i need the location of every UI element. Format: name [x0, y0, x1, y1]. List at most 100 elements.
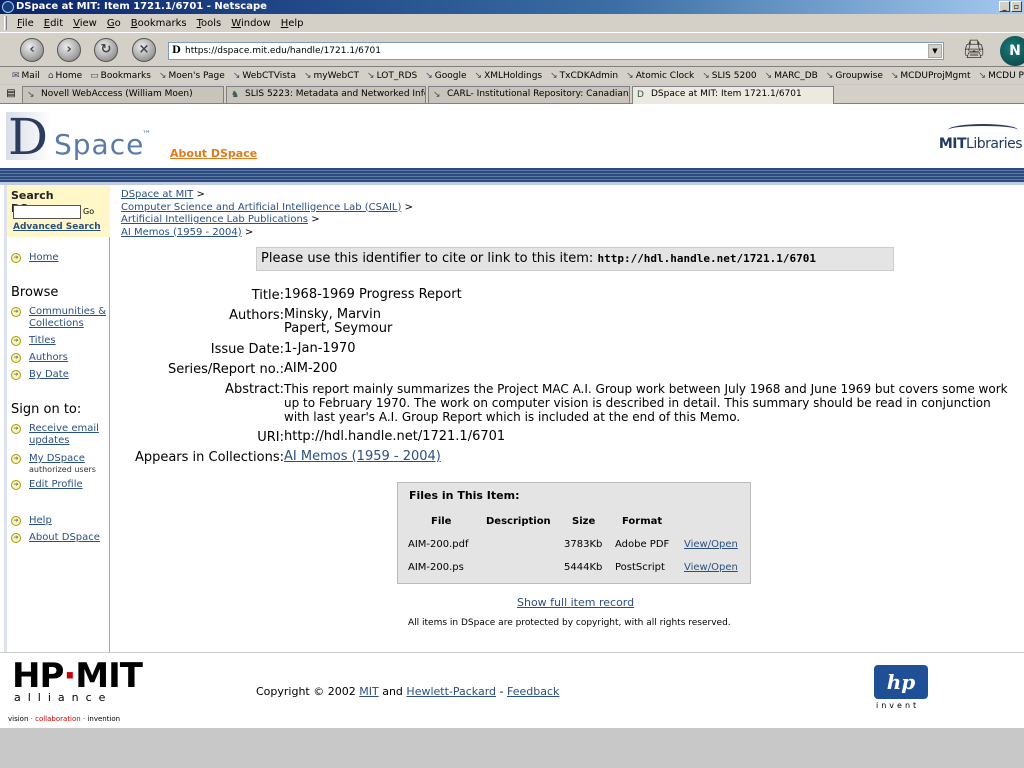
forward-icon[interactable]: ›: [57, 38, 81, 62]
home-icon: ⌂: [47, 70, 54, 81]
new-tab-icon[interactable]: ▤: [4, 87, 18, 101]
sidebar-item-my-dspace[interactable]: ➔ My DSpace authorized users: [11, 453, 96, 474]
sidebar-item-help[interactable]: ➔ Help: [11, 515, 52, 527]
link-icon: ↘: [27, 90, 35, 100]
bookmark-lot-rds[interactable]: ↘ LOT_RDS: [367, 71, 417, 81]
view-open-link[interactable]: View/Open: [684, 562, 738, 573]
menu-view[interactable]: View: [69, 18, 101, 29]
bookmark-mcdu-project[interactable]: ↘MCDU Project: [979, 71, 1024, 81]
url-bar[interactable]: D https://dspace.mit.edu/handle/1721.1/6…: [168, 42, 944, 60]
reload-icon[interactable]: ↻: [94, 38, 118, 62]
bookmark-google[interactable]: ↘ Google: [425, 71, 466, 81]
bookmark-mail[interactable]: ✉ Mail: [12, 71, 40, 81]
hewlett-packard-link[interactable]: Hewlett-Packard: [406, 685, 496, 698]
arrow-bullet-icon: ➔: [11, 370, 21, 380]
sidebar-item-edit-profile[interactable]: ➔ Edit Profile: [11, 479, 83, 491]
bookmark-webctvista[interactable]: ↘ WebCTVista: [233, 71, 296, 81]
sidebar-item-home[interactable]: ➔ Home: [11, 252, 59, 264]
breadcrumb-csail[interactable]: Computer Science and Artificial Intellig…: [121, 202, 401, 213]
bookmark-slis-5200[interactable]: ↘ SLIS 5200: [702, 71, 756, 81]
browse-heading: Browse: [11, 285, 59, 300]
breadcrumb-ai-memos[interactable]: AI Memos (1959 - 2004): [121, 227, 242, 238]
bookmark-mywebct[interactable]: ↘ myWebCT: [304, 71, 359, 81]
tab-slis-5223[interactable]: ♞ SLIS 5223: Metadata and Networked Infor…: [226, 86, 426, 103]
browser-status-area: [0, 728, 1024, 768]
restore-button[interactable]: ▫: [1011, 1, 1022, 12]
advanced-search-link[interactable]: Advanced Search: [13, 222, 101, 232]
column-header-description: Description: [486, 516, 551, 527]
stop-icon[interactable]: ×: [132, 38, 156, 62]
view-open-link[interactable]: View/Open: [684, 539, 738, 550]
menu-edit[interactable]: Edit: [40, 18, 67, 29]
menu-help[interactable]: Help: [277, 18, 308, 29]
link-icon: ↘: [474, 70, 483, 81]
sidebar-item-communities[interactable]: ➔ Communities & Collections: [11, 306, 109, 330]
tab-carl-repository[interactable]: ↘ CARL- Institutional Repository: Canadia…: [428, 86, 630, 103]
citation-handle: http://hdl.handle.net/1721.1/6701: [597, 252, 816, 265]
sign-on-heading: Sign on to:: [11, 402, 82, 417]
mit-link[interactable]: MIT: [359, 685, 378, 698]
netscape-logo[interactable]: N: [1000, 36, 1024, 66]
arrow-bullet-icon: ➔: [11, 533, 21, 543]
bookmark-home[interactable]: ⌂ Home: [48, 71, 82, 81]
mail-icon: ✉: [12, 70, 20, 81]
search-input[interactable]: [13, 205, 81, 219]
folder-icon: ▭: [90, 70, 99, 81]
breadcrumb-ai-lab-publications[interactable]: Artificial Intelligence Lab Publications: [121, 214, 308, 225]
bookmark-marc-db[interactable]: ↘ MARC_DB: [765, 71, 818, 81]
column-header-file: File: [431, 516, 452, 527]
bookmark-groupwise[interactable]: ↘ Groupwise: [826, 71, 883, 81]
issue-date-value: 1-Jan-1970: [284, 341, 356, 356]
menu-window[interactable]: Window: [227, 18, 274, 29]
collection-link[interactable]: AI Memos (1959 - 2004): [284, 449, 441, 464]
menu-tools[interactable]: Tools: [193, 18, 226, 29]
dspace-logo-text[interactable]: Space: [54, 128, 144, 161]
sidebar-item-titles[interactable]: ➔ Titles: [11, 335, 56, 347]
dspace-favicon-icon: D: [172, 45, 181, 56]
about-dspace-header-link[interactable]: About DSpace: [170, 147, 257, 160]
menu-go[interactable]: Go: [103, 18, 125, 29]
url-dropdown-icon[interactable]: ▼: [928, 44, 942, 58]
link-icon: ↘: [550, 70, 558, 81]
bookmark-mcduprojmgmt[interactable]: ↘ MCDUProjMgmt: [891, 71, 971, 81]
back-icon[interactable]: ‹: [20, 38, 44, 62]
title-value: 1968-1969 Progress Report: [284, 287, 462, 302]
search-panel: Search DSpace: Go Advanced Search: [7, 185, 110, 237]
sidebar-item-by-date[interactable]: ➔ By Date: [11, 369, 69, 381]
bookmark-bookmarks[interactable]: ▭ Bookmarks: [90, 71, 151, 81]
tab-dspace-item[interactable]: D DSpace at MIT: Item 1721.1/6701: [632, 86, 834, 104]
series-label: Series/Report no.:: [167, 362, 284, 377]
file-name: AIM-200.pdf: [408, 539, 469, 550]
link-icon: ↘: [626, 70, 634, 81]
breadcrumb-dspace-at-mit[interactable]: DSpace at MIT: [121, 189, 193, 200]
mit-libraries-logo[interactable]: MITLibraries: [939, 124, 1022, 152]
url-text: https://dspace.mit.edu/handle/1721.1/670…: [185, 46, 382, 56]
hp-logo[interactable]: hp: [874, 665, 928, 699]
bookmark-atomic-clock[interactable]: ↘ Atomic Clock: [626, 71, 694, 81]
uri-label: URI:: [257, 430, 284, 445]
search-go-button[interactable]: Go: [83, 205, 94, 219]
collections-label: Appears in Collections:: [134, 450, 284, 465]
sidebar-item-authors[interactable]: ➔ Authors: [11, 352, 68, 364]
print-icon[interactable]: 🖨: [960, 39, 988, 61]
trademark-mark: ™: [142, 130, 151, 140]
hp-mit-alliance-logo[interactable]: HP·MIT: [12, 657, 143, 695]
link-icon: ↘: [764, 70, 773, 81]
column-header-format: Format: [622, 516, 663, 527]
dspace-logo-d[interactable]: D: [8, 110, 48, 164]
bookmark-xmlholdings[interactable]: ↘ XMLHoldings: [475, 71, 543, 81]
bookmark-moens-page[interactable]: ↘ Moen's Page: [159, 71, 225, 81]
rights-statement: All items in DSpace are protected by cop…: [408, 618, 731, 628]
toolbar-grip[interactable]: [4, 16, 7, 30]
show-full-record-link[interactable]: Show full item record: [517, 596, 634, 609]
link-icon: ↘: [702, 70, 710, 81]
feedback-link[interactable]: Feedback: [507, 685, 559, 698]
bookmark-txcdkadmin[interactable]: ↘ TxCDKAdmin: [550, 71, 618, 81]
menu-file[interactable]: File: [13, 18, 38, 29]
minimize-button[interactable]: _: [999, 1, 1010, 12]
tab-novell-webaccess[interactable]: ↘ Novell WebAccess (William Moen): [22, 86, 224, 103]
sidebar-item-about[interactable]: ➔ About DSpace: [11, 532, 100, 544]
menu-bookmarks[interactable]: Bookmarks: [127, 18, 191, 29]
sidebar-item-receive-email[interactable]: ➔ Receive email updates: [11, 423, 109, 447]
column-header-size: Size: [572, 516, 596, 527]
